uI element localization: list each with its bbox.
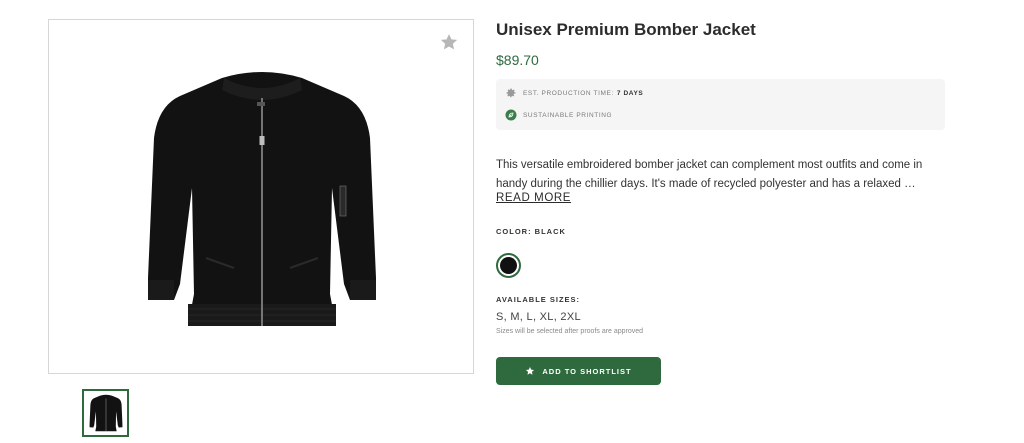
color-swatch-black[interactable] [496, 253, 521, 278]
product-description: This versatile embroidered bomber jacket… [496, 159, 923, 190]
product-jacket-image [148, 72, 376, 326]
swatch-fill [500, 257, 517, 274]
thumbnail-jacket-image [89, 394, 122, 432]
product-badges: EST. PRODUCTION TIME: 7 DAYS SUSTAINABLE… [496, 79, 945, 130]
production-time-label: EST. PRODUCTION TIME: [523, 89, 614, 97]
product-title: Unisex Premium Bomber Jacket [496, 20, 756, 39]
product-thumbnail[interactable] [82, 389, 129, 437]
gear-icon [506, 88, 516, 98]
read-more-link[interactable]: READ MORE [496, 192, 571, 204]
product-image-frame [48, 19, 474, 374]
sustainable-printing-label: SUSTAINABLE PRINTING [523, 111, 613, 119]
sizes-note: Sizes will be selected after proofs are … [496, 328, 644, 335]
star-icon [526, 367, 535, 375]
sustainable-printing-badge: SUSTAINABLE PRINTING [505, 109, 612, 121]
add-to-shortlist-label: ADD TO SHORTLIST [542, 366, 632, 376]
favorite-star-icon[interactable] [439, 32, 459, 52]
production-time-value: 7 DAYS [616, 89, 644, 97]
leaf-icon [505, 109, 517, 121]
add-to-shortlist-button[interactable]: ADD TO SHORTLIST [496, 357, 661, 385]
product-price: $89.70 [496, 52, 539, 68]
production-time-badge: EST. PRODUCTION TIME: 7 DAYS [505, 87, 643, 99]
sizes-list: S, M, L, XL, 2XL [496, 311, 581, 323]
sizes-label: AVAILABLE SIZES: [496, 295, 581, 304]
color-label: COLOR: BLACK [496, 227, 566, 236]
